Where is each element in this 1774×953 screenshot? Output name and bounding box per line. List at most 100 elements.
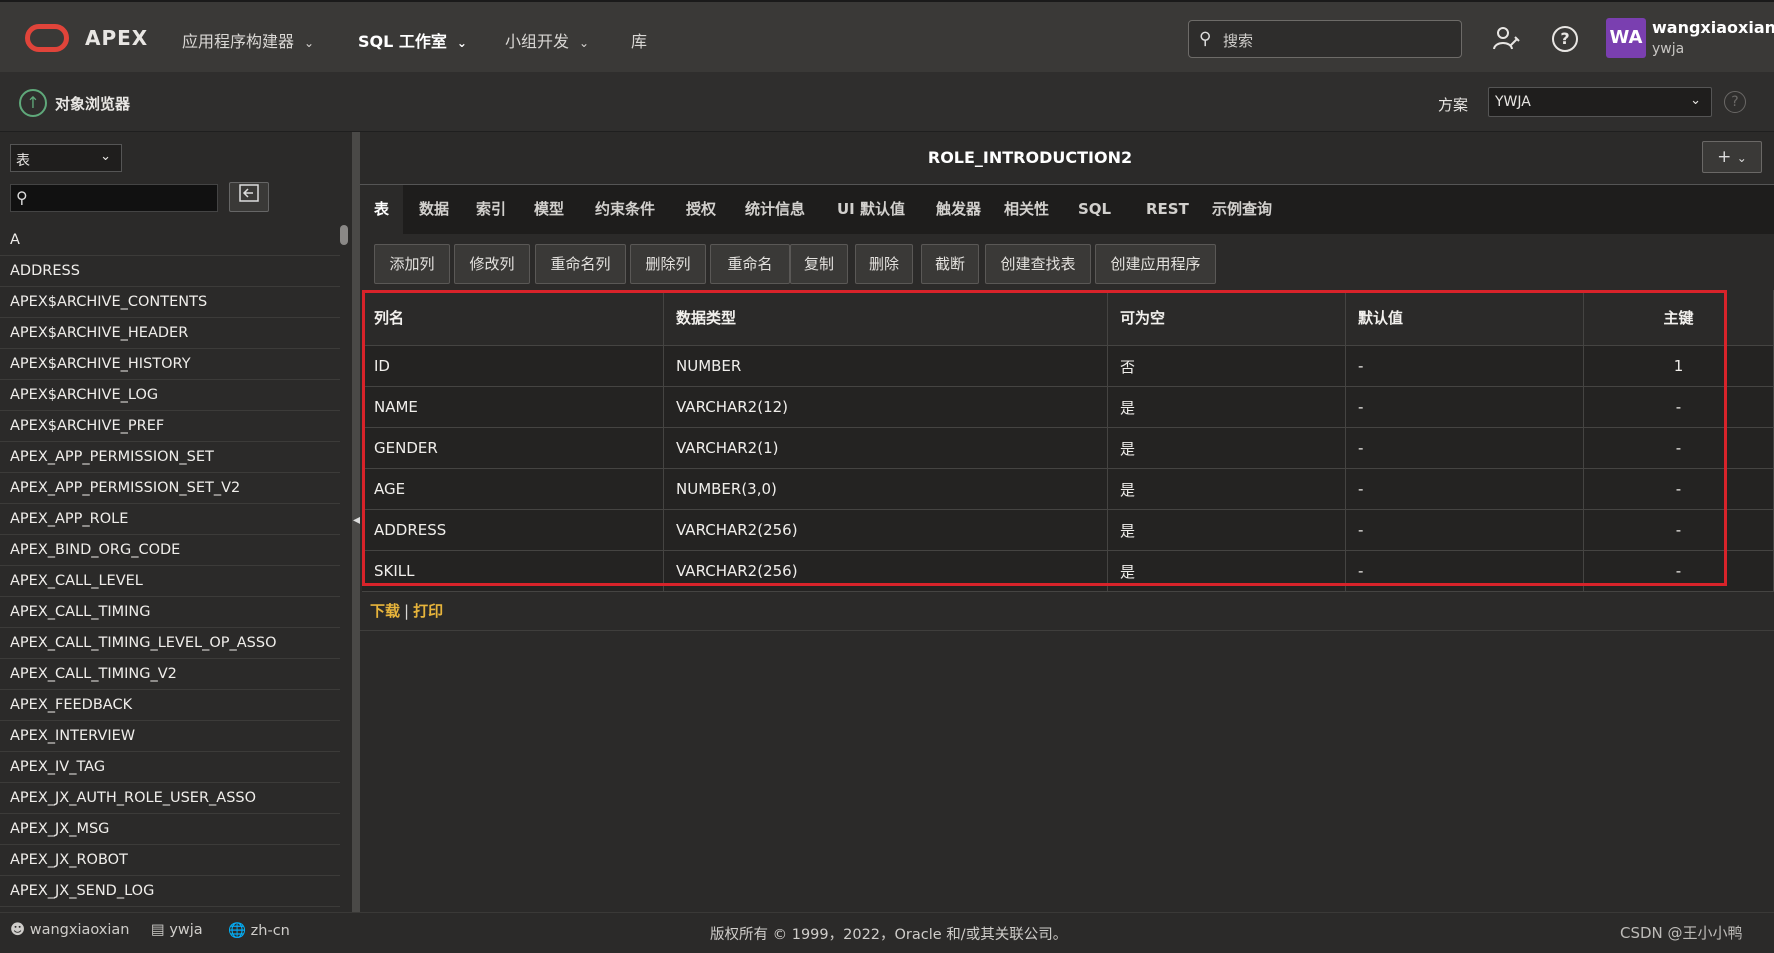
list-item[interactable]: APEX$ARCHIVE_HISTORY xyxy=(0,349,340,380)
toolbar-button-4[interactable]: 重命名 xyxy=(710,244,790,284)
toolbar-button-0[interactable]: 添加列 xyxy=(374,244,450,284)
list-item[interactable]: APEX_APP_PERMISSION_SET xyxy=(0,442,340,473)
tab-2[interactable]: 索引 xyxy=(462,185,520,234)
table-cell: - xyxy=(1346,510,1584,550)
report-links: 下载 | 打印 xyxy=(370,600,443,621)
tab-12[interactable]: 示例查询 xyxy=(1198,185,1286,234)
list-item[interactable]: APEX_INTERVIEW xyxy=(0,721,340,752)
footer-schema[interactable]: ▤ ywja xyxy=(151,922,203,938)
list-item[interactable]: APEX_CALL_TIMING xyxy=(0,597,340,628)
object-search-input[interactable]: ⚲ xyxy=(10,184,218,212)
link-separator: | xyxy=(404,602,410,620)
table-cell: 是 xyxy=(1108,387,1346,427)
user-schema: ywja xyxy=(1652,41,1685,57)
column-header[interactable]: 可为空 xyxy=(1108,290,1346,345)
list-item[interactable]: APEX_APP_PERMISSION_SET_V2 xyxy=(0,473,340,504)
table-cell: 否 xyxy=(1108,346,1346,386)
list-item[interactable]: APEX_JX_ROBOT xyxy=(0,845,340,876)
tab-0[interactable]: 表 xyxy=(360,185,404,234)
toolbar-button-1[interactable]: 修改列 xyxy=(454,244,530,284)
table-cell: - xyxy=(1346,428,1584,468)
table-cell: - xyxy=(1584,387,1774,427)
list-item[interactable]: A xyxy=(0,225,340,256)
tab-11[interactable]: REST xyxy=(1132,185,1203,234)
table-cell: VARCHAR2(12) xyxy=(664,387,1108,427)
collapse-panel-button[interactable] xyxy=(229,182,269,212)
toolbar-button-5[interactable]: 复制 xyxy=(790,244,848,284)
toolbar-button-6[interactable]: 删除 xyxy=(855,244,913,284)
panel-splitter[interactable]: ◀ xyxy=(352,132,361,912)
print-link[interactable]: 打印 xyxy=(413,602,443,620)
list-item[interactable]: APEX$ARCHIVE_HEADER xyxy=(0,318,340,349)
list-item[interactable]: APEX_JX_SEND_LOG xyxy=(0,876,340,907)
table-cell: - xyxy=(1584,428,1774,468)
footer-user[interactable]: ☻ wangxiaoxian xyxy=(10,922,129,938)
toolbar-button-7[interactable]: 截断 xyxy=(921,244,979,284)
list-item[interactable]: APEX$ARCHIVE_LOG xyxy=(0,380,340,411)
nav-app-builder[interactable]: 应用程序构建器 ⌄ xyxy=(182,28,314,52)
toolbar-button-3[interactable]: 删除列 xyxy=(630,244,706,284)
search-icon: ⚲ xyxy=(16,188,28,207)
list-item[interactable]: APEX_CALL_LEVEL xyxy=(0,566,340,597)
object-list-scrollbar[interactable] xyxy=(340,225,348,905)
tab-5[interactable]: 授权 xyxy=(672,185,730,234)
create-menu-button[interactable]: + ⌄ xyxy=(1702,141,1762,173)
watermark: CSDN @王小小鸭 xyxy=(1620,924,1743,942)
table-cell: VARCHAR2(1) xyxy=(664,428,1108,468)
oracle-logo-icon[interactable] xyxy=(25,24,69,52)
column-header[interactable]: 列名 xyxy=(362,290,664,345)
tab-10[interactable]: SQL xyxy=(1064,185,1125,234)
arrow-up-icon[interactable]: ↑ xyxy=(19,89,47,117)
list-item[interactable]: APEX_CALL_TIMING_V2 xyxy=(0,659,340,690)
tab-4[interactable]: 约束条件 xyxy=(581,185,669,234)
toolbar-button-9[interactable]: 创建应用程序 xyxy=(1095,244,1216,284)
list-item[interactable]: APEX_BIND_ORG_CODE xyxy=(0,535,340,566)
list-item[interactable]: APEX$ARCHIVE_CONTENTS xyxy=(0,287,340,318)
nav-gallery[interactable]: 库 xyxy=(631,28,647,52)
table-cell: - xyxy=(1346,469,1584,509)
tab-9[interactable]: 相关性 xyxy=(990,185,1063,234)
user-icon: ☻ xyxy=(10,922,26,938)
tab-1[interactable]: 数据 xyxy=(405,185,463,234)
table-cell: - xyxy=(1346,551,1584,591)
table-cell: 是 xyxy=(1108,551,1346,591)
brand-name[interactable]: APEX xyxy=(85,26,148,50)
database-icon: ▤ xyxy=(151,922,165,938)
list-item[interactable]: APEX_IV_TAG xyxy=(0,752,340,783)
tab-7[interactable]: UI 默认值 xyxy=(823,185,919,234)
administration-icon[interactable] xyxy=(1492,24,1520,52)
list-item[interactable]: APEX$ARCHIVE_PREF xyxy=(0,411,340,442)
object-type-select[interactable]: 表 ⌄ xyxy=(10,144,122,172)
toolbar-button-8[interactable]: 创建查找表 xyxy=(985,244,1091,284)
global-search-input[interactable]: ⚲ 搜索 xyxy=(1188,20,1462,58)
user-name[interactable]: wangxiaoxian xyxy=(1652,18,1774,37)
download-link[interactable]: 下载 xyxy=(370,602,400,620)
list-item[interactable]: APEX_APP_ROLE xyxy=(0,504,340,535)
avatar[interactable]: WA xyxy=(1606,18,1646,58)
list-item[interactable]: APEX_CALL_TIMING_LEVEL_OP_ASSO xyxy=(0,628,340,659)
help-icon[interactable]: ? xyxy=(1552,26,1578,52)
table-row: GENDER VARCHAR2(1) 是 - - xyxy=(362,428,1774,469)
tab-8[interactable]: 触发器 xyxy=(922,185,995,234)
toolbar-button-2[interactable]: 重命名列 xyxy=(535,244,626,284)
list-item[interactable]: ADDRESS xyxy=(0,256,340,287)
table-cell: - xyxy=(1584,551,1774,591)
nav-sql-workshop[interactable]: SQL 工作室 ⌄ xyxy=(358,28,467,52)
column-header[interactable]: 数据类型 xyxy=(664,290,1108,345)
tab-6[interactable]: 统计信息 xyxy=(731,185,819,234)
footer-language[interactable]: 🌐 zh-cn xyxy=(228,922,290,939)
column-header[interactable]: 主键 xyxy=(1584,290,1774,345)
column-header[interactable]: 默认值 xyxy=(1346,290,1584,345)
help-icon[interactable]: ? xyxy=(1724,91,1746,113)
list-item[interactable]: APEX_FEEDBACK xyxy=(0,690,340,721)
object-tabs: 表数据 索引 模型 约束条件 授权 统计信息 UI 默认值 触发器 相关性 SQL REST 示例查询 xyxy=(360,184,1774,234)
table-row: ID NUMBER 否 -1 xyxy=(362,346,1774,387)
schema-select[interactable]: YWJA ⌄ xyxy=(1488,87,1712,117)
table-cell: VARCHAR2(256) xyxy=(664,510,1108,550)
scrollbar-thumb[interactable] xyxy=(340,225,348,245)
list-item[interactable]: APEX_JX_AUTH_ROLE_USER_ASSO xyxy=(0,783,340,814)
table-cell: NUMBER(3,0) xyxy=(664,469,1108,509)
tab-3[interactable]: 模型 xyxy=(520,185,578,234)
nav-team-development[interactable]: 小组开发 ⌄ xyxy=(505,28,589,52)
list-item[interactable]: APEX_JX_MSG xyxy=(0,814,340,845)
